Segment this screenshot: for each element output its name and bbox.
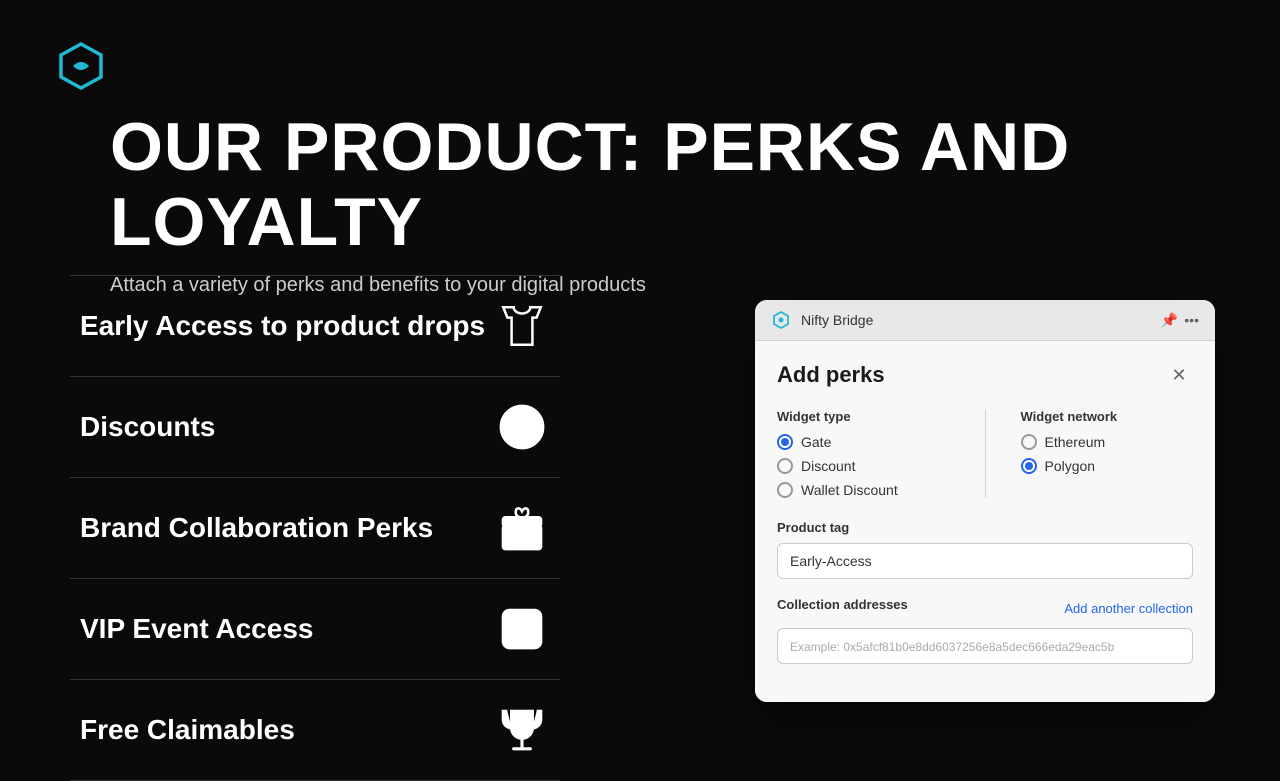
collection-addresses-label: Collection addresses xyxy=(777,597,908,612)
perk-label-discounts: Discounts xyxy=(80,411,215,443)
widget-body: Add perks ✕ Widget type Gate Discount xyxy=(755,341,1215,702)
form-divider xyxy=(985,409,986,498)
collection-address-input[interactable] xyxy=(777,628,1193,664)
close-button[interactable]: ✕ xyxy=(1165,361,1193,389)
widget-header: Add perks ✕ xyxy=(777,361,1193,389)
shirt-icon xyxy=(494,298,550,354)
radio-wallet-discount[interactable]: Wallet Discount xyxy=(777,482,950,498)
widget-type-label: Widget type xyxy=(777,409,950,424)
product-tag-input[interactable] xyxy=(777,543,1193,579)
widget-type-col: Widget type Gate Discount Wallet xyxy=(777,409,950,498)
add-collection-link[interactable]: Add another collection xyxy=(1064,601,1193,616)
radio-polygon-circle xyxy=(1021,458,1037,474)
radio-ethereum-circle xyxy=(1021,434,1037,450)
perk-label-early-access: Early Access to product drops xyxy=(80,310,485,342)
trophy-icon xyxy=(494,702,550,758)
perk-label-brand-collab: Brand Collaboration Perks xyxy=(80,512,433,544)
radio-wallet-discount-circle xyxy=(777,482,793,498)
perk-item-discounts[interactable]: Discounts xyxy=(70,376,560,477)
radio-discount-circle xyxy=(777,458,793,474)
radio-gate-circle xyxy=(777,434,793,450)
perk-item-brand-collab[interactable]: Brand Collaboration Perks xyxy=(70,477,560,578)
radio-wallet-discount-label: Wallet Discount xyxy=(801,482,898,498)
perk-item-vip-event[interactable]: VIP Event Access xyxy=(70,578,560,679)
widget-titlebar: Nifty Bridge 📌 ••• xyxy=(755,300,1215,341)
radio-gate-label: Gate xyxy=(801,434,831,450)
radio-polygon[interactable]: Polygon xyxy=(1021,458,1194,474)
radio-ethereum[interactable]: Ethereum xyxy=(1021,434,1194,450)
pin-icon[interactable]: 📌 xyxy=(1161,312,1178,329)
discount-icon xyxy=(494,399,550,455)
nifty-bridge-icon xyxy=(771,310,791,330)
perk-item-early-access[interactable]: Early Access to product drops xyxy=(70,275,560,376)
collection-addresses-field: Collection addresses Add another collect… xyxy=(777,597,1193,664)
widget-titlebar-name: Nifty Bridge xyxy=(801,312,1151,328)
widget-type-network-row: Widget type Gate Discount Wallet xyxy=(777,409,1193,498)
radio-polygon-label: Polygon xyxy=(1045,458,1096,474)
perk-list: Early Access to product drops Discounts … xyxy=(70,275,560,781)
widget-panel: Nifty Bridge 📌 ••• Add perks ✕ Widget ty… xyxy=(755,300,1215,702)
radio-discount-label: Discount xyxy=(801,458,855,474)
gift-icon xyxy=(494,500,550,556)
product-tag-field: Product tag xyxy=(777,520,1193,579)
perk-label-free-claimables: Free Claimables xyxy=(80,714,295,746)
collection-label-row: Collection addresses Add another collect… xyxy=(777,597,1193,620)
radio-ethereum-label: Ethereum xyxy=(1045,434,1106,450)
perk-item-free-claimables[interactable]: Free Claimables xyxy=(70,679,560,781)
star-badge-icon xyxy=(494,601,550,657)
page-title: OUR PRODUCT: PERKS AND LOYALTY xyxy=(110,110,1170,260)
perk-label-vip-event: VIP Event Access xyxy=(80,613,313,645)
widget-type-radio-group: Gate Discount Wallet Discount xyxy=(777,434,950,498)
widget-network-label: Widget network xyxy=(1021,409,1194,424)
radio-discount[interactable]: Discount xyxy=(777,458,950,474)
more-options-icon[interactable]: ••• xyxy=(1184,312,1199,328)
heading-area: OUR PRODUCT: PERKS AND LOYALTY Attach a … xyxy=(110,110,1170,297)
titlebar-actions: 📌 ••• xyxy=(1161,312,1199,329)
radio-gate[interactable]: Gate xyxy=(777,434,950,450)
widget-network-col: Widget network Ethereum Polygon xyxy=(1021,409,1194,498)
widget-network-radio-group: Ethereum Polygon xyxy=(1021,434,1194,474)
widget-title: Add perks xyxy=(777,362,885,388)
logo xyxy=(55,40,107,97)
product-tag-label: Product tag xyxy=(777,520,1193,535)
